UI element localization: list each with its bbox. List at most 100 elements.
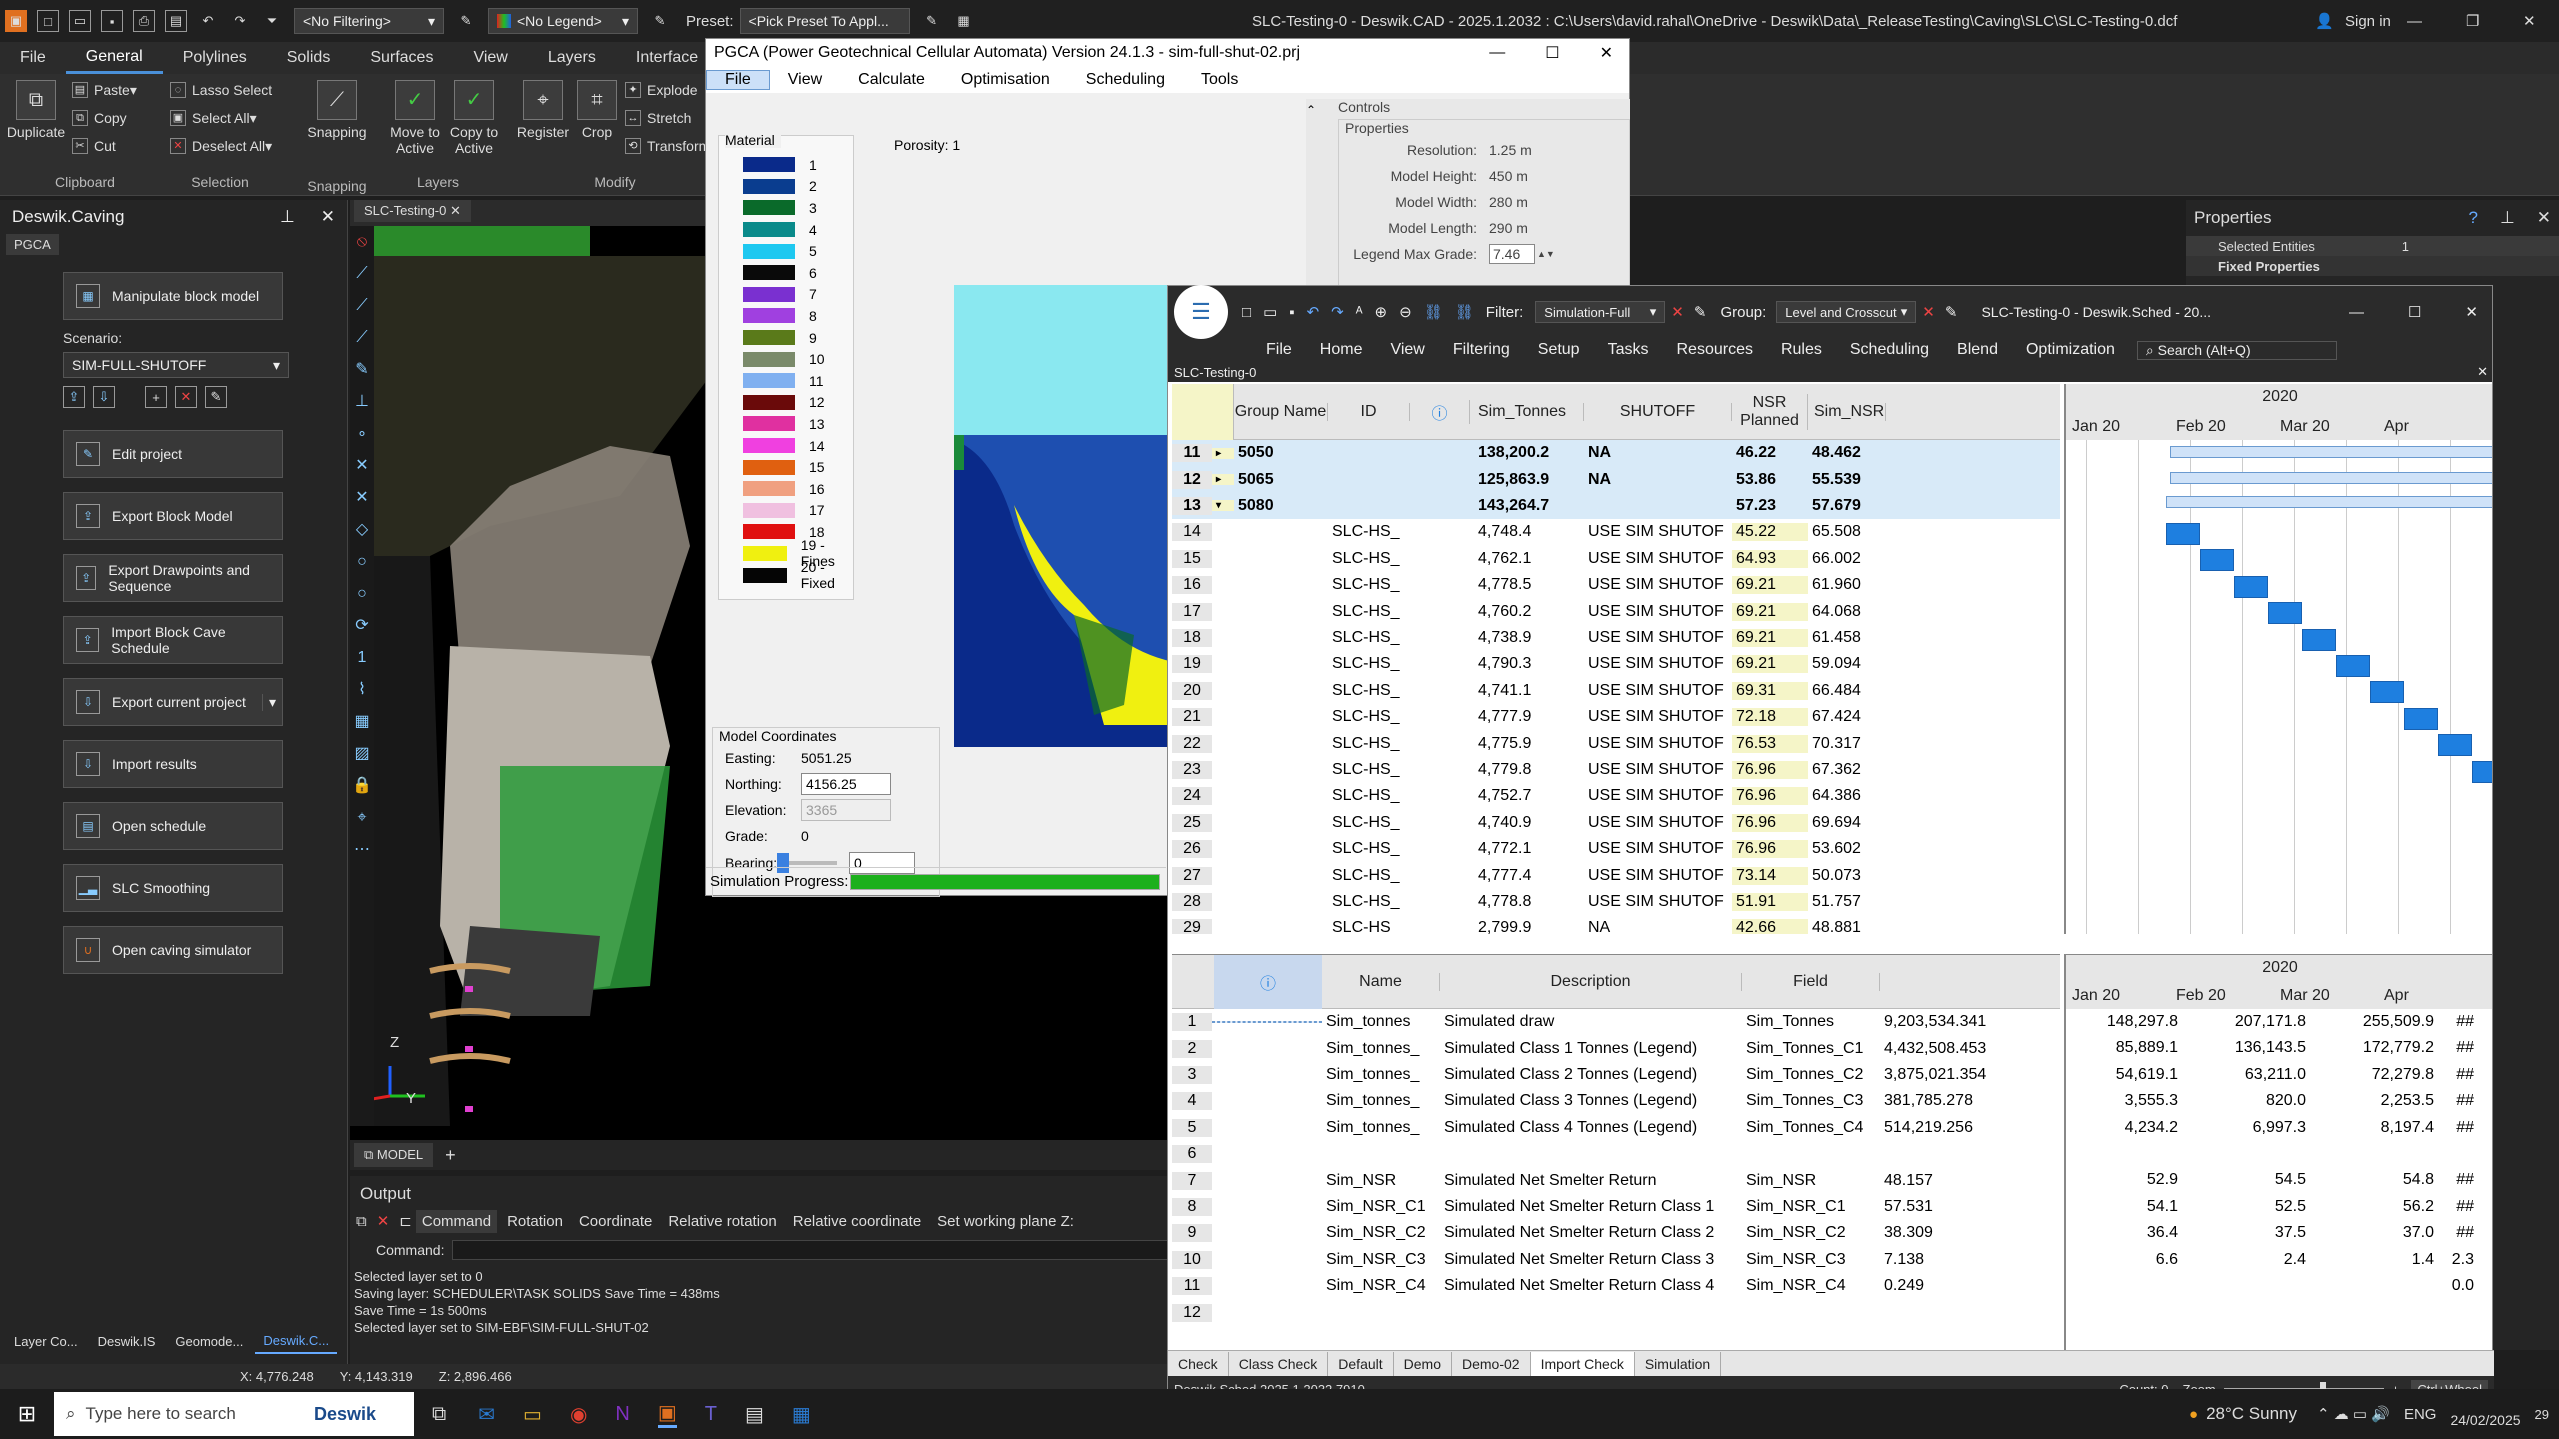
gantt-summary-bar[interactable] [2166,496,2492,508]
pgca-minimize[interactable]: — [1489,44,1505,62]
gantt-task-bar[interactable] [2438,734,2472,757]
move-to-active-button[interactable]: ✓ Move to Active [385,80,445,156]
col-nsr-planned[interactable]: NSR Planned [1732,393,1808,430]
edit-group-icon[interactable]: ✎ [1945,303,1958,321]
teams-icon[interactable]: T [705,1403,717,1426]
target-icon[interactable]: ⌖ [350,802,374,834]
open-caving-simulator-button[interactable]: ∪ Open caving simulator [63,926,283,974]
sched-menu-optimization[interactable]: Optimization [2012,341,2129,359]
sched-menu-blend[interactable]: Blend [1943,341,2012,359]
resource-row[interactable]: 4 Sim_tonnes_ Simulated Class 3 Tonnes (Le… [1172,1088,2060,1114]
gantt-task-bar[interactable] [2404,707,2438,730]
col-sim-nsr[interactable]: Sim_NSR [1808,402,1886,421]
deswik-cad-icon[interactable]: ▣ [657,1400,677,1428]
pgca-menu-tools[interactable]: Tools [1183,71,1256,89]
export-drawpoints-button[interactable]: ⇪ Export Drawpoints and Sequence [63,554,283,602]
open-schedule-button[interactable]: ▤ Open schedule [63,802,283,850]
edit-project-button[interactable]: ✎ Edit project [63,430,283,478]
deswik-search-logo[interactable]: Deswik [314,1392,414,1436]
stretch-button[interactable]: ↔ Stretch [625,104,710,132]
sched-tab[interactable]: Default [1328,1351,1394,1376]
ribbon-tab-file[interactable]: File [0,42,66,74]
undo-icon[interactable]: ↶ [197,10,219,32]
line-icon[interactable]: ⟋ [350,290,374,322]
sched-doc-tab[interactable]: SLC-Testing-0 [1174,365,1256,380]
table-row[interactable]: 11 ▸ 5050 138,200.2 NA 46.22 48.462 [1172,440,2060,467]
table-row[interactable]: 19 SLC-HS_ 4,790.3 USE SIM SHUTOF 69.21 59.09… [1172,651,2060,678]
sched-close[interactable]: ✕ [2465,303,2478,321]
col-id[interactable]: ID [1328,402,1410,421]
tab-command[interactable]: Command [415,1209,498,1233]
elevation-input[interactable]: 3365 [801,799,891,821]
new-icon[interactable]: □ [37,10,59,32]
slc-smoothing-button[interactable]: ▁▃ SLC Smoothing [63,864,283,912]
grid-icon[interactable]: ▨ [350,738,374,770]
new-icon[interactable]: □ [1242,304,1251,321]
dropdown-arrow-icon[interactable]: ▾ [261,693,282,711]
resource-gantt[interactable]: 2020 Jan 20 Feb 20 Mar 20 Apr 148,297.8 207,… [2064,954,2492,1370]
point-icon[interactable]: ∘ [350,418,374,450]
resource-row[interactable]: 10 Sim_NSR_C3 Simulated Net Smelter Return… [1172,1247,2060,1273]
sched-tab[interactable]: Simulation [1635,1351,1722,1376]
minimize-button[interactable]: — [2407,13,2422,30]
col-shutoff[interactable]: SHUTOFF [1584,402,1732,421]
ribbon-tab-layers[interactable]: Layers [528,42,616,74]
table-row[interactable]: 28 SLC-HS_ 4,778.8 USE SIM SHUTOF 51.91 51.75… [1172,888,2060,916]
notifications-icon[interactable]: 29 [2535,1407,2549,1422]
sched-app-icon[interactable]: ▦ [792,1402,811,1427]
resource-row[interactable]: 3 Sim_tonnes_ Simulated Class 2 Tonnes (Le… [1172,1062,2060,1088]
gantt-task-bar[interactable] [2200,549,2234,572]
polyline-icon[interactable]: ⟋ [350,322,374,354]
table-row[interactable]: 18 SLC-HS_ 4,738.9 USE SIM SHUTOF 69.21 61.45… [1172,624,2060,652]
col-group-name[interactable]: Group Name [1234,402,1328,421]
gantt-task-bar[interactable] [2336,655,2370,677]
register-button[interactable]: ⌖ Register [513,80,573,140]
snapping-button[interactable]: ⟋ Snapping [305,80,369,140]
gantt-task-bar[interactable] [2268,602,2302,625]
open-icon[interactable]: ▭ [69,10,91,32]
save-icon[interactable]: ▪ [101,10,123,32]
sched-menu-scheduling[interactable]: Scheduling [1836,341,1943,359]
panel-tab[interactable]: Deswik.C... [255,1329,338,1354]
no-entry-icon[interactable]: ⦸ [350,226,374,258]
sched-menu-filtering[interactable]: Filtering [1439,341,1524,359]
tools-icon[interactable]: ▦ [953,10,975,32]
panel-tab[interactable]: Layer Co... [6,1330,86,1353]
export-block-model-button[interactable]: ⇪ Export Block Model [63,492,283,540]
northing-input[interactable]: 4156.25 [801,773,891,795]
ribbon-tab-interface[interactable]: Interface [616,42,718,74]
copy-button[interactable]: ⧉ Copy [72,104,137,132]
resource-row[interactable]: 12 [1172,1299,2060,1325]
table-row[interactable]: 15 SLC-HS_ 4,762.1 USE SIM SHUTOF 64.93 66.00… [1172,545,2060,572]
explorer-icon[interactable]: ▭ [523,1402,542,1427]
gantt-summary-bar[interactable] [2170,446,2492,458]
preset-combo[interactable]: <Pick Preset To Appl... [739,8,910,34]
expander-icon[interactable]: ▸ [1212,474,1234,486]
add-tab-icon[interactable]: + [433,1145,468,1166]
col-info-icon[interactable]: ⓘ [1410,399,1470,424]
paste-button[interactable]: ▤ Paste ▾ [72,76,137,104]
sched-tab[interactable]: Check [1168,1351,1229,1376]
perp-icon[interactable]: ⊥ [350,386,374,418]
pencil-icon[interactable]: ✎ [649,10,671,32]
grid-icon[interactable]: ▦ [350,706,374,738]
pin-icon[interactable]: ⊥ [2500,208,2515,228]
ribbon-tab-solids[interactable]: Solids [267,42,351,74]
link-icon[interactable]: ⛓ [1424,303,1443,321]
close-button[interactable]: ✕ [2523,12,2536,30]
panel-tab[interactable]: Geomode... [167,1330,251,1353]
task-view-icon[interactable]: ⧉ [432,1403,446,1426]
tab-coordinate[interactable]: Coordinate [573,1210,658,1233]
expander-icon[interactable]: ▾ [1212,500,1234,512]
table-row[interactable]: 13 ▾ 5080 143,264.7 57.23 57.679 [1172,492,2060,520]
gantt-task-bar[interactable] [2234,575,2268,598]
sched-menu-home[interactable]: Home [1306,341,1377,359]
resource-row[interactable]: 9 Sim_NSR_C2 Simulated Net Smelter Return … [1172,1220,2060,1246]
expander-icon[interactable]: ▸ [1212,447,1234,459]
ribbon-tab-general[interactable]: General [65,42,163,74]
redo-icon[interactable]: ↷ [1331,303,1344,321]
duplicate-button[interactable]: ⧉ Duplicate [7,80,65,140]
add-icon[interactable]: + [145,386,167,408]
gantt-task-bar[interactable] [2166,523,2200,545]
pgca-menu-file[interactable]: File [706,70,770,90]
